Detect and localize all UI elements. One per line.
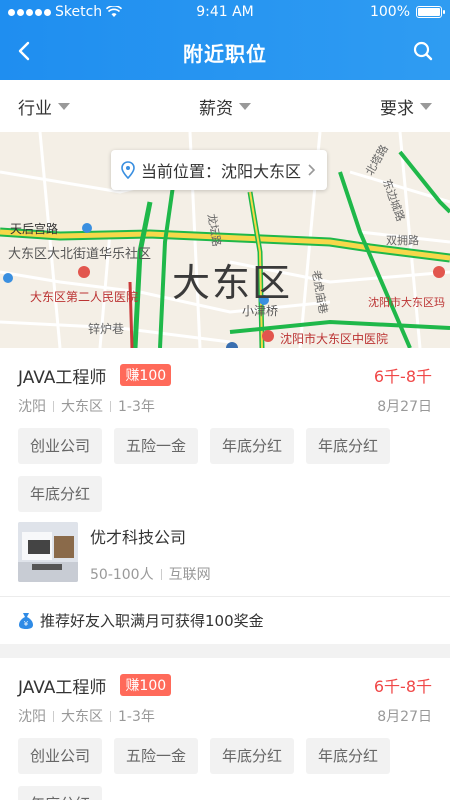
job-experience: 1-3年: [118, 709, 155, 725]
job-experience: 1-3年: [118, 399, 155, 415]
company-info[interactable]: 优才科技公司 50-100人 互联网: [18, 522, 438, 584]
salary-range: 6千-8千: [373, 677, 432, 696]
filter-industry-label: 行业: [18, 98, 52, 119]
job-city: 沈阳: [18, 399, 46, 415]
map-place: 大东区大北街道华乐社区: [8, 247, 152, 262]
map-place: 沈阳市大东区玛: [368, 296, 445, 309]
separator: [110, 710, 111, 722]
job-card[interactable]: JAVA工程师 赚100 6千-8千 沈阳 大东区 1-3年 8月27日 创业公…: [0, 348, 450, 644]
divider: [0, 596, 450, 597]
money-bag-icon: ¥: [19, 612, 33, 629]
job-meta-row: 沈阳 大东区 1-3年 8月27日: [18, 706, 432, 726]
map-place: 沈阳市大东区中医院: [280, 332, 389, 346]
benefit-tag: 创业公司: [18, 738, 103, 774]
current-location-label: 当前位置：沈阳大东区: [141, 162, 302, 181]
post-date: 8月27日: [377, 709, 432, 725]
battery-icon: [416, 6, 445, 18]
filter-bar: 行业 薪资 要求: [0, 80, 450, 132]
header-bar: Sketch 9:41 AM 100% 附近职位: [0, 0, 450, 80]
referral-text: 推荐好友入职满月可获得100奖金: [40, 612, 264, 630]
benefit-tag: 五险一金: [114, 738, 199, 774]
battery-percent: 100%: [369, 4, 410, 20]
earn-badge: 赚100: [120, 364, 172, 386]
location-pin-icon: [121, 161, 135, 179]
filter-requirement-label: 要求: [380, 98, 414, 119]
benefit-tag: 五险一金: [114, 428, 199, 464]
separator: [160, 568, 162, 580]
benefit-tag: 年底分红: [18, 476, 103, 512]
tag-list: 创业公司 五险一金 年底分红 年底分红 年底分红: [18, 738, 438, 800]
job-district: 大东区: [61, 709, 103, 725]
filter-requirement[interactable]: 要求: [380, 94, 432, 119]
job-title: JAVA工程师: [18, 677, 107, 698]
benefit-tag: 年底分红: [210, 428, 295, 464]
page-title: 附近职位: [183, 42, 267, 66]
map-place: 大东区第二人民医院: [30, 290, 139, 304]
company-logo: [18, 522, 78, 582]
search-icon[interactable]: [408, 36, 438, 66]
job-header-row: JAVA工程师 赚100 6千-8千: [18, 362, 432, 388]
map-place: 天后宫路: [10, 222, 59, 236]
benefit-tag: 创业公司: [18, 428, 103, 464]
filter-salary-label: 薪资: [199, 98, 233, 119]
tag-list: 创业公司 五险一金 年底分红 年底分红 年底分红: [18, 428, 438, 512]
nav-bar: 附近职位: [0, 26, 450, 80]
job-meta-row: 沈阳 大东区 1-3年 8月27日: [18, 396, 432, 416]
current-location-card[interactable]: 当前位置：沈阳大东区: [111, 150, 328, 190]
job-city: 沈阳: [18, 709, 46, 725]
benefit-tag: 年底分红: [210, 738, 295, 774]
earn-badge: 赚100: [120, 674, 172, 696]
filter-salary[interactable]: 薪资: [199, 94, 251, 119]
chevron-right-icon: [308, 164, 316, 176]
referral-banner[interactable]: ¥ 推荐好友入职满月可获得100奖金: [18, 610, 264, 631]
benefit-tag: 年底分红: [18, 786, 103, 800]
company-meta: 50-100人 互联网: [90, 564, 211, 584]
company-industry: 互联网: [168, 567, 211, 583]
map-view[interactable]: 天后宫路 大东区大北街道华乐社区 大东区第二人民医院 锌炉巷 小津桥 沈阳市大东…: [0, 132, 450, 348]
company-name: 优才科技公司: [90, 528, 187, 547]
job-card[interactable]: JAVA工程师 赚100 6千-8千 沈阳 大东区 1-3年 8月27日 创业公…: [0, 658, 450, 800]
map-place: 锌炉巷: [88, 322, 125, 336]
dropdown-triangle-icon: [239, 102, 251, 110]
dropdown-triangle-icon: [420, 102, 432, 110]
benefit-tag: 年底分红: [306, 428, 391, 464]
company-size: 50-100人: [90, 567, 154, 583]
job-district: 大东区: [61, 399, 103, 415]
map-place: 双拥路: [386, 234, 419, 247]
filter-industry[interactable]: 行业: [18, 94, 70, 119]
dropdown-triangle-icon: [58, 102, 70, 110]
battery-group: 100%: [369, 4, 445, 20]
status-bar: Sketch 9:41 AM 100%: [0, 0, 450, 26]
svg-text:¥: ¥: [24, 620, 29, 628]
salary-range: 6千-8千: [373, 367, 432, 386]
job-header-row: JAVA工程师 赚100 6千-8千: [18, 672, 432, 698]
benefit-tag: 年底分红: [306, 738, 391, 774]
post-date: 8月27日: [377, 399, 432, 415]
map-district-label: 大东区: [172, 261, 293, 305]
separator: [53, 710, 54, 722]
separator: [53, 400, 54, 412]
job-title: JAVA工程师: [18, 367, 107, 388]
separator: [110, 400, 111, 412]
